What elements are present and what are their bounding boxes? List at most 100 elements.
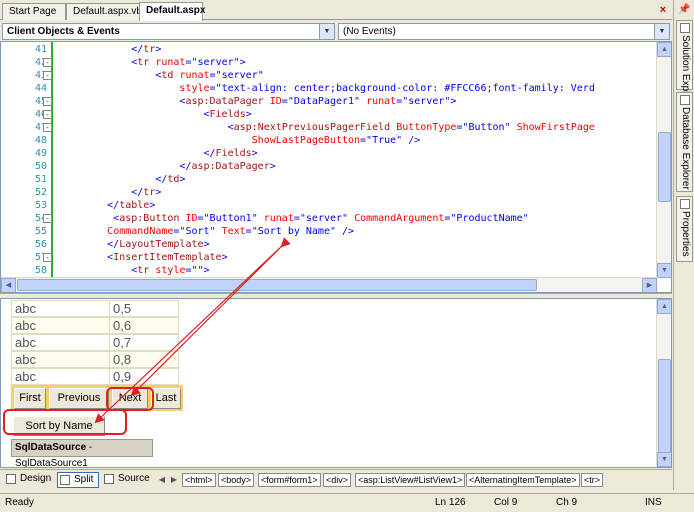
solution-explorer-tab[interactable]: Solution Explorer xyxy=(676,20,693,111)
code-token: < xyxy=(59,70,162,81)
ide-window: Start Page Default.aspx.vb Default.aspx … xyxy=(0,0,694,512)
tab-label: Default.aspx.vb xyxy=(73,6,142,17)
breadcrumb-tr[interactable]: <tr> xyxy=(581,473,604,487)
scroll-thumb[interactable] xyxy=(17,279,537,291)
breadcrumb-body[interactable]: <body> xyxy=(218,473,255,487)
source-editor[interactable]: 41 </tr> 42- <tr runat="server"> 43- <td r… xyxy=(0,41,672,293)
scroll-left-icon[interactable]: ◀ xyxy=(1,278,16,292)
chevron-right-icon[interactable]: ▶ xyxy=(168,473,180,487)
sqldatasource-control[interactable]: SqlDataSource - SqlDataSource1 xyxy=(11,439,153,467)
code-line[interactable]: </Fields> xyxy=(59,148,257,160)
editor-horizontal-scrollbar[interactable]: ◀ ▶ xyxy=(1,277,658,292)
split-view-button[interactable]: Split xyxy=(57,472,99,488)
code-token: ID xyxy=(269,96,282,107)
scroll-thumb[interactable] xyxy=(658,359,671,459)
code-token: ="True" /> xyxy=(360,135,421,146)
code-token: </ xyxy=(59,200,120,211)
tab-default-aspx[interactable]: Default.aspx xyxy=(139,2,206,21)
code-token: ="Button" xyxy=(456,122,517,133)
collapse-icon[interactable]: - xyxy=(43,214,52,223)
scroll-up-icon[interactable]: ▲ xyxy=(657,299,671,314)
code-token: </ xyxy=(59,161,192,172)
code-token: Text xyxy=(221,226,246,237)
events-dropdown[interactable]: (No Events) ▼ xyxy=(338,23,670,40)
scroll-up-icon[interactable]: ▲ xyxy=(657,42,671,57)
scroll-thumb[interactable] xyxy=(658,132,671,202)
code-token: ="server" xyxy=(209,70,264,81)
tab-start-page[interactable]: Start Page xyxy=(2,3,66,20)
scroll-down-icon[interactable]: ▼ xyxy=(657,452,671,467)
code-line[interactable]: style="text-align: center;background-col… xyxy=(59,83,594,95)
table-row[interactable]: abc 0,8 xyxy=(11,351,179,368)
collapse-icon[interactable]: - xyxy=(43,71,52,80)
design-view-button[interactable]: Design xyxy=(4,472,52,488)
code-line[interactable]: <InsertItemTemplate> xyxy=(59,252,227,264)
breadcrumb-div[interactable]: <div> xyxy=(323,473,352,487)
code-line[interactable]: <Fields> xyxy=(59,109,251,121)
chevron-down-icon[interactable]: ▼ xyxy=(654,24,669,39)
code-token: ="Sort by Name" /> xyxy=(245,226,355,237)
table-row[interactable]: abc 0,7 xyxy=(11,334,179,351)
design-surface[interactable]: abc 0,5 abc 0,6 abc 0,7 abc 0,8 abc 0,9 First Pre… xyxy=(0,298,672,468)
breadcrumb-html[interactable]: <html> xyxy=(182,473,216,487)
database-explorer-tab[interactable]: Database Explorer xyxy=(676,92,693,192)
code-token: </ xyxy=(59,148,216,159)
code-line[interactable]: </tr> xyxy=(59,187,161,199)
code-line[interactable]: </table> xyxy=(59,200,155,212)
code-token: ="server" xyxy=(293,213,355,224)
code-line[interactable]: </td> xyxy=(59,174,185,186)
code-token: Fields xyxy=(209,109,246,120)
code-token: Fields xyxy=(215,148,252,159)
code-token: runat xyxy=(366,96,397,107)
tab-default-aspx-vb[interactable]: Default.aspx.vb xyxy=(66,3,142,20)
chevron-down-icon[interactable]: ▼ xyxy=(319,24,334,39)
breadcrumb-listview[interactable]: <asp:ListView#ListView1> xyxy=(355,473,466,487)
code-line[interactable]: </tr> xyxy=(59,44,161,56)
code-line[interactable]: <asp:Button ID="Button1" runat="server" … xyxy=(59,213,529,225)
table-row[interactable]: abc 0,9 xyxy=(11,368,179,385)
code-line[interactable]: </asp:DataPager> xyxy=(59,161,275,173)
close-icon[interactable]: × xyxy=(656,3,670,17)
code-line[interactable]: ShowLastPageButton="True" /> xyxy=(59,135,421,147)
view-label: Split xyxy=(74,474,94,485)
collapse-icon[interactable]: - xyxy=(43,97,52,106)
collapse-icon[interactable]: - xyxy=(43,110,52,119)
pin-icon[interactable]: 📌 xyxy=(678,4,690,16)
table-row[interactable]: abc 0,6 xyxy=(11,317,179,334)
value-cell: 0,7 xyxy=(113,335,132,350)
objects-dropdown[interactable]: Client Objects & Events ▼ xyxy=(2,23,335,40)
status-mode: INS xyxy=(645,497,662,508)
breadcrumb-form[interactable]: <form#form1> xyxy=(258,473,321,487)
code-token: LayoutTemplate xyxy=(119,239,204,250)
editor-vertical-scrollbar[interactable]: ▲ ▼ xyxy=(656,42,671,278)
source-view-button[interactable]: Source xyxy=(102,472,150,488)
code-token: </ xyxy=(59,239,120,250)
events-dropdown-value: (No Events) xyxy=(343,26,396,37)
code-line[interactable]: <asp:DataPager ID="DataPager1" runat="se… xyxy=(59,96,456,108)
code-line[interactable]: CommandName="Sort" Text="Sort by Name" /… xyxy=(59,226,354,238)
last-button[interactable]: Last xyxy=(151,388,181,409)
code-token: asp:DataPager xyxy=(185,96,264,107)
code-token: < xyxy=(59,252,114,263)
first-button[interactable]: First xyxy=(14,388,46,409)
collapse-icon[interactable]: - xyxy=(43,123,52,132)
code-token: style xyxy=(155,265,186,276)
tab-label: Default.aspx xyxy=(146,5,206,16)
chevron-left-icon[interactable]: ◀ xyxy=(156,473,168,487)
code-token: < xyxy=(59,213,120,224)
design-vertical-scrollbar[interactable]: ▲ ▼ xyxy=(656,299,671,467)
code-token: =""> xyxy=(185,265,210,276)
code-line[interactable]: <td runat="server" xyxy=(59,70,264,82)
collapse-icon[interactable]: - xyxy=(43,58,52,67)
scroll-down-icon[interactable]: ▼ xyxy=(657,263,671,278)
previous-button[interactable]: Previous xyxy=(49,388,109,409)
code-line[interactable]: <tr runat="server"> xyxy=(59,57,245,69)
code-line[interactable]: </LayoutTemplate> xyxy=(59,239,209,251)
scroll-right-icon[interactable]: ▶ xyxy=(642,278,657,292)
properties-tab[interactable]: Properties xyxy=(676,196,693,262)
code-line[interactable]: <asp:NextPreviousPagerField ButtonType="… xyxy=(59,122,595,134)
breadcrumb-alternating-item-template[interactable]: <AlternatingItemTemplate> xyxy=(466,473,580,487)
collapse-icon[interactable]: - xyxy=(43,253,52,262)
table-row[interactable]: abc 0,5 xyxy=(11,300,179,317)
code-line[interactable]: <tr style=""> xyxy=(59,265,210,277)
